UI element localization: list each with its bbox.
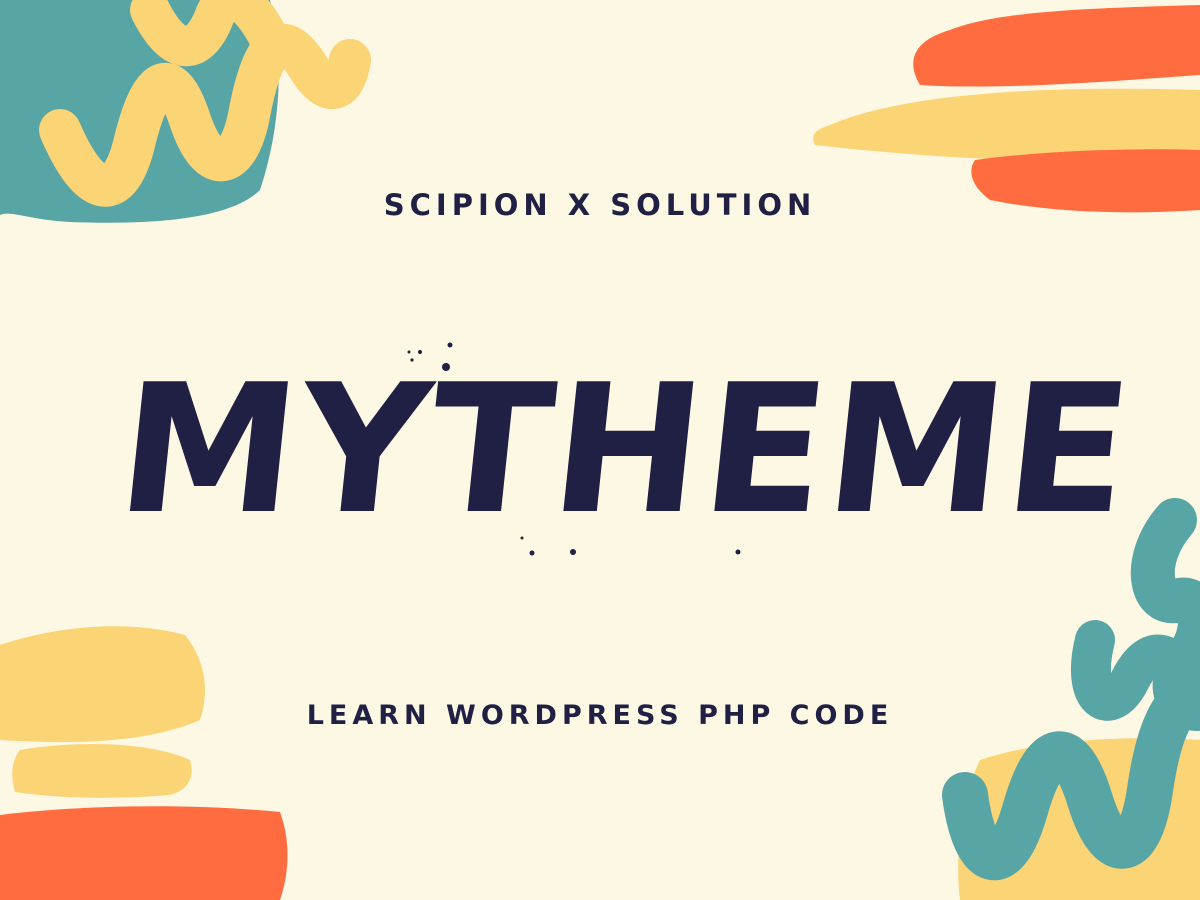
- brand-tagline: LEARN WORDPRESS PHP CODE: [306, 700, 894, 731]
- top-left-yellow-squiggle-2: [130, 0, 290, 66]
- brand-title-block: MYTHEME: [109, 330, 1142, 570]
- bottom-left-orange-stroke: [0, 806, 288, 900]
- top-right-orange-stroke: [913, 5, 1200, 87]
- bottom-right-teal-squiggle-3: [1071, 620, 1200, 721]
- brand-title: MYTHEME: [109, 346, 1142, 553]
- banner-canvas: SCIPION X SOLUTION MYTHEME LEARN WORDPRE…: [0, 0, 1200, 900]
- bottom-left-yellow-stroke-2: [12, 744, 192, 798]
- brand-subtitle: SCIPION X SOLUTION: [383, 188, 817, 222]
